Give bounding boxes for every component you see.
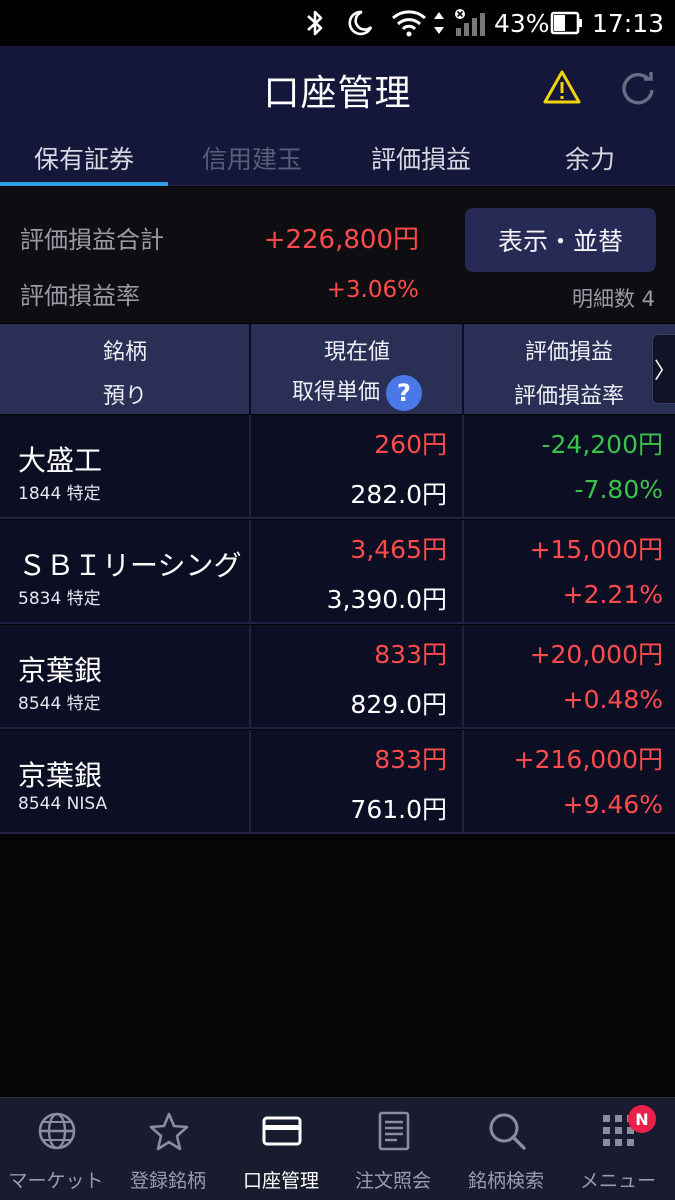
nav-account[interactable]: 口座管理 [225, 1098, 337, 1200]
nav-label: 銘柄検索 [467, 1170, 544, 1192]
column-divider [462, 520, 464, 624]
header-current-price: 現在値 [323, 340, 390, 365]
nav-watchlist[interactable]: 登録銘柄 [112, 1098, 224, 1200]
notification-badge: N [628, 1105, 656, 1133]
column-divider [462, 625, 464, 729]
cost-price: 3,390.0円 [326, 585, 447, 614]
current-price: 3,465円 [350, 535, 447, 564]
nav-label: 注文照会 [354, 1170, 431, 1192]
column-divider [249, 324, 251, 414]
stock-name: ＳＢＩリーシング [18, 549, 242, 582]
nav-label: マーケット [8, 1170, 104, 1192]
profit-loss-rate: -7.80% [574, 475, 663, 504]
row-count: 明細数 4 [571, 287, 655, 311]
header-cost-price: 取得単価 [291, 380, 380, 405]
tab-buying-power[interactable]: 余力 [506, 130, 674, 186]
table-row[interactable]: 京葉銀 8544 特定 833円 829.0円 +20,000円 +0.48% [0, 625, 675, 729]
column-divider [462, 324, 464, 414]
nav-label: メニュー [579, 1170, 656, 1192]
document-icon [373, 1110, 415, 1152]
bottom-navigation: マーケット 登録銘柄 口座管理 注文照会 銘柄検索 メニュー [0, 1097, 675, 1200]
table-header: 銘柄 預り 現在値 取得単価? 評価損益 評価損益率 [0, 324, 675, 414]
nav-search[interactable]: 銘柄検索 [450, 1098, 562, 1200]
app-header: 口座管理 [0, 46, 675, 130]
tab-bar: 保有証券 信用建玉 評価損益 余力 [0, 130, 675, 186]
cost-price: 761.0円 [350, 795, 447, 824]
header-cost-cell: 取得単価? [252, 374, 462, 411]
summary-panel: 評価損益合計 +226,800円 評価損益率 +3.06% 表示・並替 明細数 … [0, 187, 675, 323]
column-divider [249, 625, 251, 729]
current-price: 833円 [374, 640, 447, 669]
stock-name: 京葉銀 [18, 759, 103, 792]
header-pl: 評価損益 [524, 340, 613, 365]
warning-icon[interactable] [540, 66, 584, 110]
header-custody: 預り [102, 384, 147, 409]
stock-code: 8544 NISA [18, 794, 108, 814]
nav-market[interactable]: マーケット [0, 1098, 112, 1200]
profit-loss: +216,000円 [513, 745, 663, 774]
profit-loss-rate: +9.46% [562, 790, 663, 819]
display-sort-button[interactable]: 表示・並替 [465, 208, 656, 272]
pl-rate-label: 評価損益率 [20, 282, 140, 310]
battery-icon [550, 0, 584, 46]
active-tab-indicator [0, 182, 168, 186]
pl-total-label: 評価損益合計 [20, 226, 164, 254]
pl-total-value: +226,800円 [263, 225, 419, 255]
table-row[interactable]: ＳＢＩリーシング 5834 特定 3,465円 3,390.0円 +15,000… [0, 520, 675, 624]
table-row[interactable]: 京葉銀 8544 NISA 833円 761.0円 +216,000円 +9.4… [0, 730, 675, 834]
nav-label: 口座管理 [242, 1170, 319, 1192]
profit-loss: -24,200円 [541, 430, 664, 459]
pl-rate-value: +3.06% [326, 277, 419, 303]
stock-code: 8544 特定 [18, 694, 101, 714]
nav-orders[interactable]: 注文照会 [337, 1098, 449, 1200]
help-icon[interactable]: ? [386, 375, 422, 411]
column-divider [462, 415, 464, 519]
bluetooth-icon [302, 0, 328, 46]
stock-name: 大盛工 [18, 444, 103, 477]
column-divider [249, 415, 251, 519]
cost-price: 829.0円 [350, 690, 447, 719]
stock-code: 5834 特定 [18, 589, 101, 609]
data-arrows-icon [430, 0, 448, 46]
column-divider [462, 730, 464, 834]
tab-profit-loss[interactable]: 評価損益 [337, 130, 505, 186]
globe-icon [36, 1110, 78, 1152]
battery-percent: 43% [494, 8, 550, 38]
header-pl-rate: 評価損益率 [513, 384, 624, 409]
wifi-icon [390, 0, 428, 46]
card-icon [261, 1110, 303, 1152]
nav-menu[interactable]: メニュー [562, 1098, 674, 1200]
stock-name: 京葉銀 [18, 654, 103, 687]
column-divider [249, 730, 251, 834]
profit-loss: +15,000円 [529, 535, 663, 564]
column-divider [249, 520, 251, 624]
signal-icon [452, 0, 486, 46]
header-stock: 銘柄 [102, 340, 147, 365]
tab-margin-positions[interactable]: 信用建玉 [168, 130, 336, 186]
search-icon [486, 1110, 528, 1152]
profit-loss-rate: +2.21% [562, 580, 663, 609]
cost-price: 282.0円 [350, 480, 447, 509]
stock-code: 1844 特定 [18, 484, 101, 504]
status-bar: 43% 17:13 [0, 0, 675, 46]
tab-holdings[interactable]: 保有証券 [0, 130, 168, 186]
moon-icon [344, 0, 374, 46]
profit-loss-rate: +0.48% [562, 685, 663, 714]
nav-label: 登録銘柄 [129, 1170, 206, 1192]
clock: 17:13 [592, 8, 665, 38]
table-row[interactable]: 大盛工 1844 特定 260円 282.0円 -24,200円 -7.80% [0, 415, 675, 519]
current-price: 833円 [374, 745, 447, 774]
refresh-icon[interactable] [616, 66, 660, 110]
profit-loss: +20,000円 [529, 640, 663, 669]
star-icon [148, 1110, 190, 1152]
chevron-right-icon[interactable]: 〉 [652, 334, 675, 404]
current-price: 260円 [374, 430, 447, 459]
